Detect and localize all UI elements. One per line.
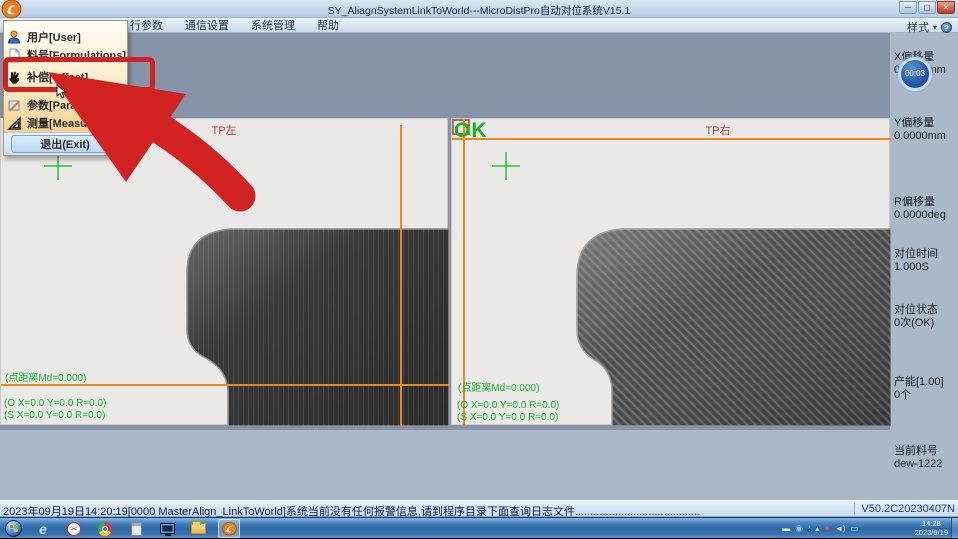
info-panel: X偏移量0.0000mm Y偏移量0.0000mm R偏移量0.0000deg … <box>890 33 958 500</box>
maximize-button[interactable]: ▢ <box>918 1 936 14</box>
right-o-readout: (O X=0.0 Y=0.0 R=0.0) <box>457 400 559 411</box>
close-button[interactable]: ✕ <box>937 1 955 14</box>
menu-item-label: 测量[Measuring] <box>27 115 111 131</box>
menu-bar: 行参数 通信设置 系统管理 帮助 样式 ▾ ? <box>0 18 958 33</box>
tray-device-icon[interactable]: ◉ <box>795 518 803 539</box>
windows-flag-icon <box>10 525 18 532</box>
style-button[interactable]: 样式 <box>907 19 929 35</box>
left-camera-view[interactable]: TP左 (点距离Md=0.000) (O X=0.0 Y=0.0 R=0.0) … <box>0 118 448 425</box>
alignment-result-text: OK <box>454 119 488 143</box>
title-bar[interactable]: SY_AliagnSystemLinkToWorld---MicroDistPr… <box>0 0 958 18</box>
tray-dots-icon[interactable]: : <box>808 518 810 539</box>
recording-timer-overlay: 00:03 <box>898 57 932 91</box>
left-crosshair-icon <box>44 152 72 180</box>
menu-item-label: 退出(Exit) <box>40 136 90 152</box>
y-offset-metric: Y偏移量0.0000mm <box>894 117 958 142</box>
align-status-metric: 对位状态0次(OK) <box>894 304 958 329</box>
tray-network-icon[interactable]: ▭ <box>850 518 858 539</box>
help-icon[interactable]: ? <box>941 22 952 33</box>
tray-show-hidden-icons[interactable]: ▴ <box>815 518 819 539</box>
taskbar-ie-icon[interactable]: e <box>32 519 54 538</box>
tray-alert-icon[interactable]: ● <box>824 518 829 539</box>
align-time-metric: 对位时间1.000S <box>894 248 958 273</box>
taskbar-calculator-icon[interactable] <box>125 519 147 538</box>
app-logo-icon[interactable] <box>1 0 22 19</box>
right-crosshair-icon <box>492 152 520 180</box>
status-bar: 2023年09月19日14:20:19[0000 MasterAlign_Lin… <box>0 500 958 517</box>
taskbar-microdistpro-icon[interactable] <box>218 519 240 538</box>
menu-communication-settings[interactable]: 通信设置 <box>185 17 229 33</box>
show-desktop-button[interactable] <box>951 518 958 539</box>
taskbar-snipping-tool-icon[interactable]: ✂ <box>63 519 85 538</box>
menu-run-parameters[interactable]: 行参数 <box>130 17 163 33</box>
annotation-highlight-box <box>3 57 155 92</box>
menu-item-user[interactable]: 用户[User] <box>7 28 125 46</box>
system-tray: ▬ ◉ : ▴ ● ◄) ▭ <box>782 518 858 539</box>
dropdown-footer: 退出(Exit) <box>4 132 127 155</box>
tray-volume-icon[interactable]: ◄) <box>835 518 846 539</box>
menu-help[interactable]: 帮助 <box>317 17 339 33</box>
menu-item-exit[interactable]: 退出(Exit) <box>11 135 119 153</box>
start-button[interactable] <box>5 520 22 537</box>
capacity-metric: 产能[1.00]0个 <box>894 376 958 401</box>
taskbar-computer-icon[interactable] <box>156 519 178 538</box>
measure-icon <box>7 116 22 131</box>
right-distance-readout: (点距离Md=0.000) <box>458 379 539 394</box>
taskbar: e ✂ ▬ ◉ : ▴ ● ◄) ▭ 14:28 2023/9/19 <box>0 517 958 538</box>
left-s-readout: (S X=0.0 Y=0.0 R=0.0) <box>4 410 105 421</box>
current-part-number: 当前料号dew-1222 <box>894 445 958 470</box>
right-camera-title: TP右 <box>705 122 730 138</box>
user-icon <box>7 30 22 45</box>
right-s-readout: (S X=0.0 Y=0.0 R=0.0) <box>457 412 558 423</box>
clock-date: 2023/9/19 <box>915 529 948 538</box>
left-distance-readout: (点距离Md=0.000) <box>5 369 86 384</box>
taskbar-clock[interactable]: 14:28 2023/9/19 <box>915 520 948 537</box>
parameter-icon <box>7 98 22 113</box>
application-window: SY_AliagnSystemLinkToWorld---MicroDistPr… <box>0 0 958 538</box>
taskbar-chrome-icon[interactable] <box>94 519 116 538</box>
version-label: V50.2C20230407N <box>854 503 955 515</box>
right-camera-view[interactable]: TP右 OK (点距离Md=0.000) (O X=0.0 Y=0.0 R=0.… <box>451 118 890 425</box>
menu-item-label: 参数[Parametering] <box>27 97 127 113</box>
menu-item-measuring[interactable]: 测量[Measuring] <box>7 114 125 132</box>
chevron-down-icon[interactable]: ▾ <box>933 23 937 32</box>
menu-system-management[interactable]: 系统管理 <box>251 17 295 33</box>
menu-item-label: 用户[User] <box>27 29 81 45</box>
mouse-cursor <box>56 84 67 99</box>
r-offset-metric: R偏移量0.0000deg <box>894 196 958 221</box>
taskbar-folder-icon[interactable] <box>187 519 209 538</box>
minimize-button[interactable]: ─ <box>899 1 917 14</box>
window-title: SY_AliagnSystemLinkToWorld---MicroDistPr… <box>0 3 958 18</box>
left-o-readout: (O X=0.0 Y=0.0 R=0.0) <box>4 398 106 409</box>
tray-keyboard-icon[interactable]: ▬ <box>782 518 790 539</box>
